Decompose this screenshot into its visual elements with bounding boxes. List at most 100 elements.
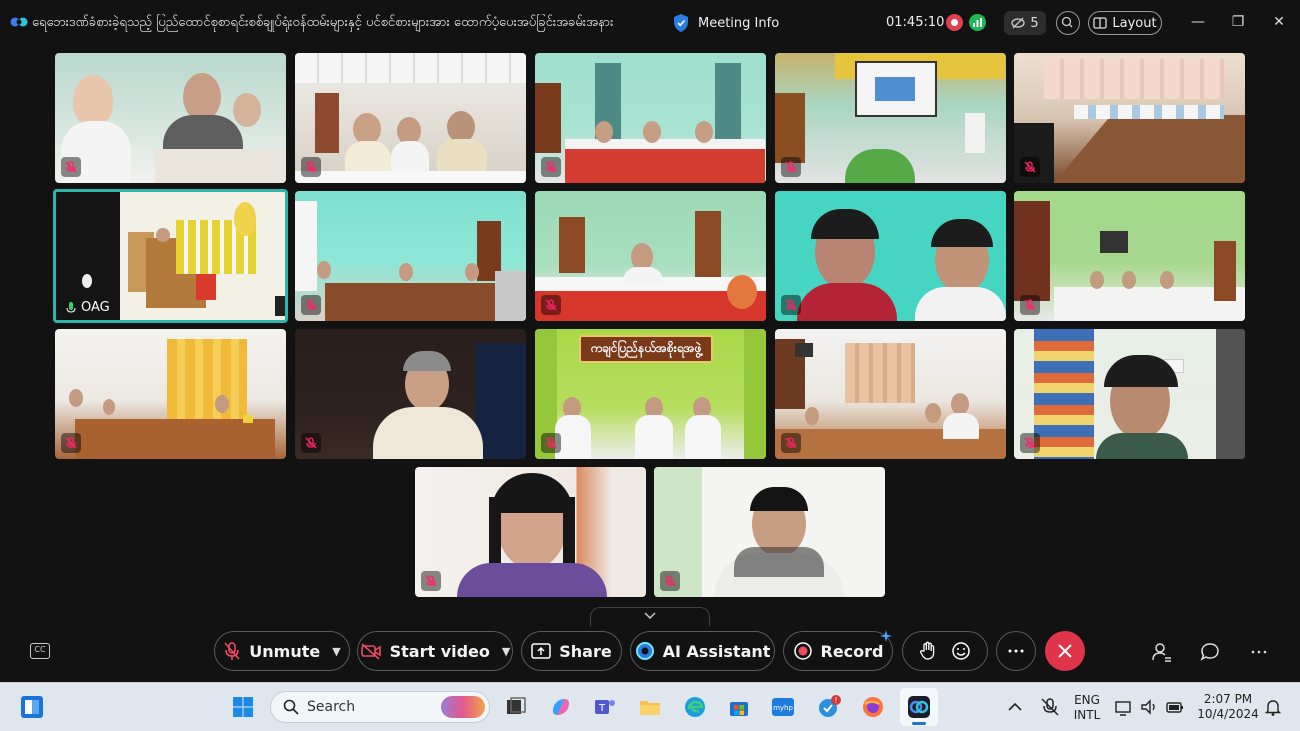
participant-tile-active-speaker[interactable]: OAG [53,189,288,323]
muted-icon [541,157,561,177]
webex-taskbar-active[interactable] [900,688,938,726]
raise-hand-icon[interactable] [919,641,937,661]
chevron-down-icon[interactable]: ▼ [332,645,340,658]
banner-text: ကချင်ပြည်နယ်အစိုးရအဖွဲ့ [579,335,713,363]
muted-icon [1020,295,1040,315]
participant-tile[interactable] [55,53,286,183]
participant-tile[interactable] [654,467,885,597]
chat-icon[interactable] [1199,641,1221,663]
video-feed [1014,191,1245,321]
expand-grid-handle[interactable] [590,607,710,627]
close-icon [1058,644,1072,658]
ai-assistant-button[interactable]: AI Assistant [630,631,775,671]
muted-icon [1020,433,1040,453]
video-feed [654,467,885,597]
muted-icon [61,433,81,453]
chevron-down-icon[interactable]: ▼ [502,645,510,658]
meeting-info-button[interactable]: Meeting Info [672,12,779,34]
leave-meeting-button[interactable] [1045,631,1085,671]
teams-icon[interactable]: T [593,695,617,719]
mic-muted-tray-icon[interactable] [1038,695,1062,719]
participant-tile[interactable]: ကချင်ပြည်နယ်အစိုးရအဖွဲ့ [535,329,766,459]
meeting-controls: CC Unmute ▼ Start video ▼ Share AI Assis… [0,626,1300,680]
edge-browser-icon[interactable] [683,695,707,719]
participant-tile[interactable] [295,329,526,459]
participant-tile[interactable] [295,191,526,321]
language-bottom: INTL [1073,708,1101,722]
svg-text:!: ! [834,696,837,705]
myhp-icon[interactable]: myhp [771,695,795,719]
unmute-label: Unmute [249,641,321,661]
share-button[interactable]: Share [521,631,622,671]
svg-text:T: T [598,703,606,714]
participant-tile[interactable] [535,53,766,183]
participant-tile[interactable] [775,329,1006,459]
video-grid: OAG ကချင်ပြည်နယ်အစိုးရအဖွဲ့ [0,46,1300,626]
hidden-participants-button[interactable]: 5 [1004,11,1046,35]
recording-indicator-icon[interactable] [946,14,963,31]
muted-icon [781,295,801,315]
shield-icon [674,14,688,32]
participant-tile[interactable] [535,191,766,321]
video-feed [1014,329,1245,459]
record-button[interactable]: Record [783,631,893,671]
video-feed [55,53,286,183]
clock[interactable]: 2:07 PM 10/4/2024 [1196,692,1260,722]
participant-name-label: OAG [66,300,110,315]
emoji-reaction-icon[interactable] [951,641,971,661]
video-feed [1014,53,1245,183]
muted-icon [660,571,680,591]
widgets-icon[interactable] [20,695,44,719]
ai-assistant-icon [635,642,654,660]
video-feed [295,329,526,459]
video-feed [415,467,646,597]
participant-tile[interactable] [775,53,1006,183]
eye-off-icon [1011,17,1026,29]
start-video-button[interactable]: Start video ▼ [357,631,513,671]
microsoft-store-icon[interactable] [727,695,751,719]
copilot-icon[interactable] [549,695,573,719]
video-feed [775,329,1006,459]
network-icon[interactable] [1114,695,1134,719]
search-placeholder: Search [307,699,356,715]
participant-tile[interactable] [1014,329,1245,459]
network-status-icon[interactable] [969,14,986,31]
taskbar-search[interactable]: Search [270,691,490,723]
start-video-label: Start video [389,641,490,661]
chevron-up-icon[interactable] [1006,695,1024,719]
file-explorer-icon[interactable] [638,695,662,719]
close-window-button[interactable]: ✕ [1271,14,1287,30]
more-vertical-icon[interactable] [1248,641,1270,663]
sparkle-icon [880,630,892,642]
participant-tile[interactable] [55,329,286,459]
video-feed [55,329,286,459]
language-indicator[interactable]: ENG INTL [1070,693,1104,723]
participant-tile[interactable] [1014,53,1245,183]
video-feed [775,53,1006,183]
battery-icon[interactable] [1165,695,1185,719]
participant-tile[interactable] [1014,191,1245,321]
reactions-group [902,631,988,671]
share-label: Share [559,641,612,661]
more-options-button[interactable] [996,631,1036,671]
restore-button[interactable]: ❐ [1230,14,1246,30]
layout-button[interactable]: Layout [1088,11,1162,35]
notification-bell-icon[interactable] [1264,695,1282,719]
participant-tile[interactable] [775,191,1006,321]
closed-captions-button[interactable]: CC [30,643,50,659]
task-view-icon[interactable] [504,695,528,719]
participant-tile[interactable] [295,53,526,183]
video-feed [295,191,526,321]
participants-icon[interactable] [1150,641,1172,663]
firefox-icon[interactable] [861,695,885,719]
volume-icon[interactable] [1139,695,1159,719]
notification-app-icon[interactable]: ! [817,695,841,719]
title-bar: ရေဘေးဒဏ်ခံစားခဲ့ရသည့် ပြည်ထောင်စုစာရင်းစ… [0,0,1300,46]
participant-tile[interactable] [415,467,646,597]
zoom-button[interactable] [1056,11,1080,35]
minimize-button[interactable]: — [1190,14,1206,30]
unmute-button[interactable]: Unmute ▼ [214,631,350,671]
windows-start-icon[interactable] [231,695,255,719]
meeting-timer: 01:45:10 [886,15,945,30]
muted-icon [301,295,321,315]
